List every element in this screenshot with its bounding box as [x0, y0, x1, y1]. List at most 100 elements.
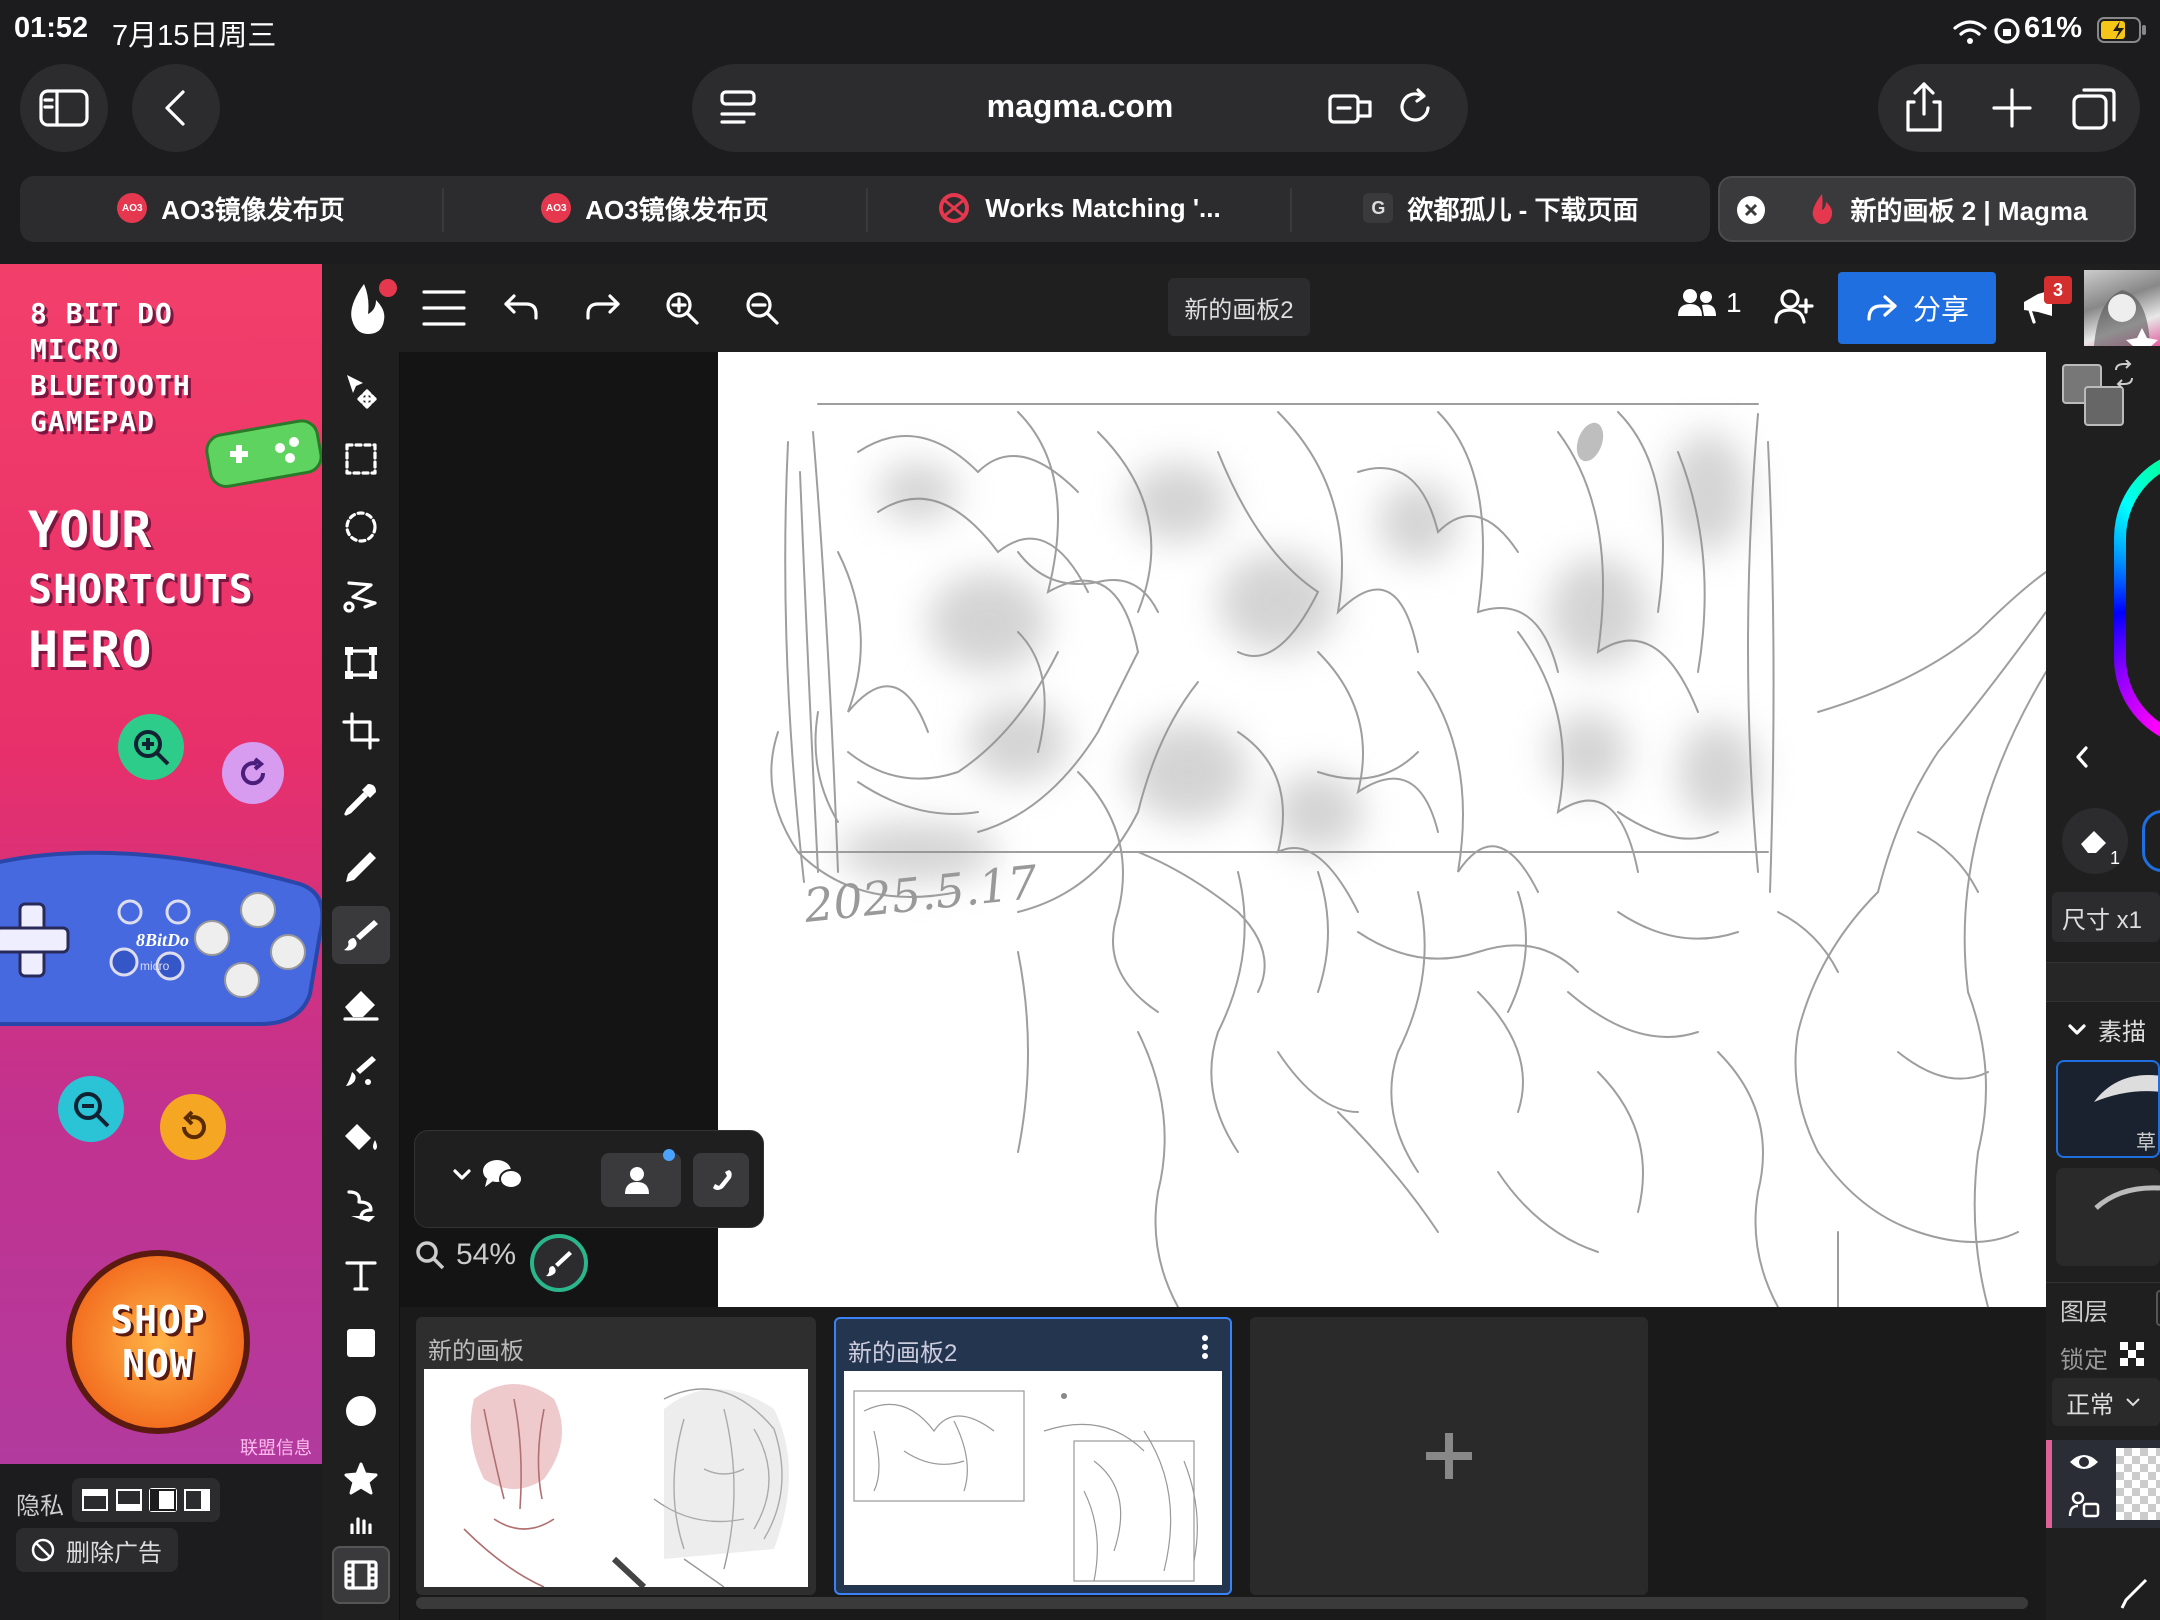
- close-tab-icon[interactable]: [1736, 195, 1766, 225]
- undo-icon[interactable]: [502, 290, 542, 326]
- rotate-cw-icon: [241, 757, 266, 786]
- square-icon: [347, 1329, 375, 1357]
- star-icon: [344, 1462, 378, 1495]
- address-bar[interactable]: magma.com: [692, 64, 1468, 152]
- ad-undo-bubble: [160, 1094, 226, 1160]
- privacy-label: 隐私: [16, 1493, 64, 1520]
- blend-mode-select[interactable]: 正常: [2052, 1378, 2160, 1426]
- layout-left-icon[interactable]: [149, 1488, 177, 1512]
- menu-icon[interactable]: [420, 286, 468, 330]
- layout-bottom-icon[interactable]: [115, 1488, 143, 1512]
- eraser-mode-button[interactable]: 1: [2062, 808, 2128, 874]
- move-tool[interactable]: [332, 362, 390, 420]
- brush-size-dial[interactable]: [2142, 810, 2160, 872]
- tab-overview-icon[interactable]: [2070, 84, 2120, 134]
- call-button[interactable]: [693, 1153, 749, 1207]
- redo-icon[interactable]: [582, 290, 622, 326]
- zoom-in-icon[interactable]: [662, 288, 702, 328]
- eyedropper-tool[interactable]: [332, 770, 390, 828]
- magma-logo-icon[interactable]: [342, 276, 402, 340]
- lasso-tool[interactable]: [332, 566, 390, 624]
- share-button[interactable]: 分享: [1838, 272, 1996, 344]
- reload-icon[interactable]: [1394, 86, 1436, 128]
- pencil-tool[interactable]: [332, 838, 390, 896]
- zoom-out-icon[interactable]: [742, 288, 782, 328]
- tab-ao3-mirror-1[interactable]: AO3 AO3镜像发布页: [20, 176, 442, 240]
- rectangle-tool[interactable]: [332, 1314, 390, 1372]
- text-tool[interactable]: [332, 1246, 390, 1304]
- layer-row[interactable]: [2046, 1440, 2160, 1528]
- tab-magma-active[interactable]: 新的画板 2 | Magma: [1718, 176, 2136, 242]
- add-board-button[interactable]: [1250, 1317, 1648, 1595]
- lock-transparency-icon[interactable]: [2118, 1340, 2146, 1368]
- battery-percent: 61%: [2024, 12, 2083, 44]
- tab-download-page[interactable]: G 欲都孤儿 - 下载页面: [1292, 176, 1710, 240]
- add-layer-button[interactable]: [2156, 1290, 2160, 1326]
- zoom-indicator[interactable]: 54%: [414, 1238, 516, 1272]
- brush-icon: [546, 1251, 572, 1277]
- remove-ads-label: 删除广告: [66, 1539, 162, 1567]
- size-multiplier[interactable]: 尺寸 x1: [2052, 892, 2160, 942]
- swap-colors-icon[interactable]: [2110, 360, 2138, 388]
- eraser-tool[interactable]: [332, 974, 390, 1032]
- back-button[interactable]: [132, 64, 220, 152]
- brush-status-ring[interactable]: [530, 1234, 588, 1292]
- remove-ads-button[interactable]: 删除广告: [16, 1528, 178, 1572]
- board-thumbnail: [424, 1369, 808, 1587]
- color-wheel[interactable]: [2114, 448, 2160, 748]
- transform-tool[interactable]: [332, 634, 390, 692]
- more-options-icon[interactable]: [1198, 1333, 1212, 1361]
- chat-bubbles-icon: [483, 1160, 523, 1189]
- board-title[interactable]: 新的画板2: [1168, 278, 1310, 336]
- tab-works-matching[interactable]: Works Matching '...: [868, 176, 1290, 240]
- board-card-active[interactable]: 新的画板2: [834, 1317, 1232, 1595]
- drawing-canvas[interactable]: 2025.5.17: [718, 352, 2046, 1307]
- new-tab-icon[interactable]: [1990, 86, 2034, 130]
- layer-lock-user-icon[interactable]: [2068, 1490, 2100, 1518]
- blend-tool[interactable]: [332, 1178, 390, 1236]
- notifications-button[interactable]: 3: [2018, 276, 2072, 335]
- layout-right-icon[interactable]: [183, 1488, 211, 1512]
- ellipse-select-tool[interactable]: [332, 498, 390, 556]
- paint-bucket-icon: [345, 1124, 377, 1150]
- hand-icon: [350, 1517, 372, 1534]
- user-avatar[interactable]: [2084, 270, 2160, 346]
- share-icon[interactable]: [1900, 80, 1948, 136]
- online-users[interactable]: 1: [1676, 286, 1742, 320]
- ad-layout-selector[interactable]: [72, 1478, 220, 1522]
- hand-tool[interactable]: [332, 1504, 390, 1534]
- invite-user-icon[interactable]: [1774, 288, 1814, 326]
- chevron-left-icon[interactable]: [2070, 742, 2094, 772]
- eye-icon[interactable]: [2068, 1450, 2100, 1474]
- layout-top-icon[interactable]: [81, 1488, 109, 1512]
- tab-strip: AO3 AO3镜像发布页 AO3 AO3镜像发布页 Works Matching…: [0, 172, 2160, 264]
- polygon-tool[interactable]: [332, 1450, 390, 1508]
- shop-now-button[interactable]: SHOP NOW: [66, 1250, 250, 1434]
- smudge-tool[interactable]: [332, 1042, 390, 1100]
- rect-select-tool[interactable]: [332, 430, 390, 488]
- ad-banner[interactable]: 8 BIT DO MICRO BLUETOOTH GAMEPAD YOUR SH…: [0, 264, 322, 1464]
- tool-palette: [322, 352, 400, 1620]
- reader-extensions-icon[interactable]: [1326, 88, 1374, 128]
- fill-tool[interactable]: [332, 1110, 390, 1168]
- gamepad-model-text: micro: [140, 959, 170, 973]
- voice-chat-button[interactable]: [601, 1149, 681, 1207]
- ellipse-tool[interactable]: [332, 1382, 390, 1440]
- brush-tool[interactable]: [332, 906, 390, 964]
- chat-toggle[interactable]: [451, 1157, 523, 1193]
- ad-affiliate-info[interactable]: 联盟信息: [240, 1434, 312, 1460]
- frames-toggle[interactable]: [332, 1546, 390, 1604]
- wifi-icon: [1953, 20, 1987, 44]
- board-card[interactable]: 新的画板: [416, 1317, 816, 1595]
- crop-tool[interactable]: [332, 702, 390, 760]
- share-arrow-icon: [1867, 295, 1897, 321]
- brush-preset-selected[interactable]: 草: [2056, 1060, 2160, 1158]
- secondary-color-swatch[interactable]: [2084, 386, 2124, 426]
- tab-ao3-mirror-2[interactable]: AO3 AO3镜像发布页: [444, 176, 866, 240]
- chevron-down-icon: [2126, 1398, 2140, 1407]
- sidebar-toggle-button[interactable]: [20, 64, 108, 152]
- brush-group-sketch[interactable]: 素描: [2066, 1012, 2146, 1047]
- brush-preset[interactable]: [2056, 1168, 2160, 1266]
- layer-thumbnail: [2116, 1448, 2160, 1520]
- boards-scrollbar[interactable]: [416, 1597, 2028, 1609]
